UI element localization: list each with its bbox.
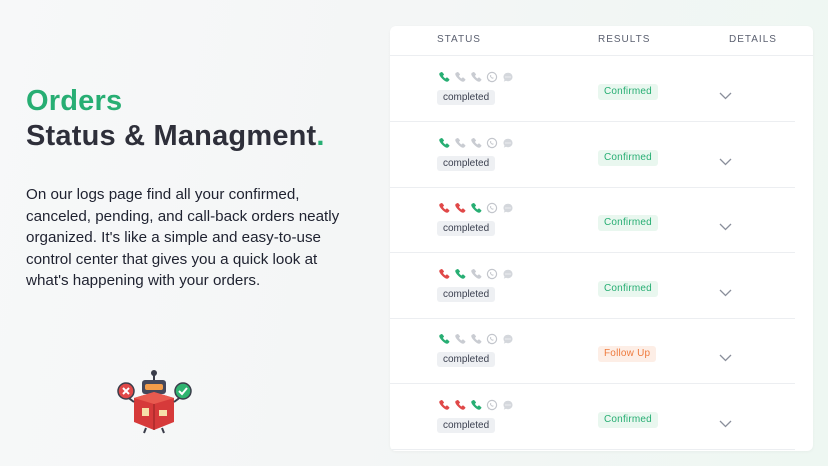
- table-row[interactable]: completed Follow Up: [390, 319, 795, 385]
- chevron-down-icon[interactable]: [719, 87, 732, 100]
- column-header-results: RESULTS: [598, 34, 651, 45]
- status-badge: completed: [437, 418, 496, 433]
- phone-icon: [453, 71, 466, 84]
- table-row[interactable]: completed Confirmed: [390, 57, 795, 122]
- whatsapp-icon: [485, 136, 498, 149]
- sms-icon: [501, 399, 514, 412]
- table-row[interactable]: completed Confirmed: [390, 188, 795, 254]
- hero-title-orders: Orders: [26, 85, 123, 117]
- hero-title-text: Status & Managment: [26, 120, 317, 152]
- call-attempts: [437, 202, 514, 214]
- orders-table: STATUS RESULTS DETAILS completed Confirme…: [390, 26, 813, 451]
- phone-icon: [469, 202, 482, 215]
- result-badge: Confirmed: [598, 215, 658, 232]
- call-attempts: [437, 71, 514, 83]
- hero-title-dot: .: [316, 120, 325, 152]
- phone-icon: [453, 333, 466, 346]
- phone-icon: [437, 267, 450, 280]
- call-attempts: [437, 137, 514, 149]
- table-row[interactable]: completed Confirmed: [390, 254, 795, 319]
- phone-icon: [469, 267, 482, 280]
- phone-icon: [469, 71, 482, 84]
- status-badge: completed: [437, 352, 496, 368]
- chevron-down-icon[interactable]: [719, 284, 732, 297]
- status-badge: completed: [437, 90, 496, 105]
- hero-description: On our logs page find all your confirmed…: [26, 186, 340, 289]
- phone-icon: [469, 136, 482, 149]
- chevron-down-icon[interactable]: [719, 415, 732, 428]
- whatsapp-icon: [485, 71, 498, 84]
- chevron-down-icon[interactable]: [719, 349, 732, 362]
- whatsapp-icon: [485, 267, 498, 280]
- sms-icon: [501, 202, 514, 215]
- call-attempts: [437, 333, 514, 345]
- result-badge: Confirmed: [598, 412, 658, 428]
- result-badge: Confirmed: [598, 149, 658, 166]
- status-badge: completed: [437, 221, 496, 237]
- status-badge: completed: [437, 155, 496, 171]
- sms-icon: [501, 267, 514, 280]
- phone-icon: [453, 399, 466, 412]
- phone-icon: [469, 333, 482, 346]
- table-row[interactable]: completed Confirmed: [390, 123, 795, 188]
- chevron-down-icon[interactable]: [719, 153, 732, 166]
- phone-icon: [437, 202, 450, 215]
- table-row[interactable]: completed Confirmed: [390, 385, 795, 450]
- result-badge: Confirmed: [598, 84, 658, 100]
- robot-illustration: [117, 370, 192, 434]
- phone-icon: [453, 202, 466, 215]
- column-header-details: DETAILS: [729, 34, 777, 45]
- whatsapp-icon: [485, 399, 498, 412]
- sms-icon: [501, 71, 514, 84]
- status-badge: completed: [437, 286, 496, 302]
- chevron-down-icon[interactable]: [719, 218, 732, 231]
- sms-icon: [501, 136, 514, 149]
- table-header: STATUS RESULTS DETAILS: [390, 26, 813, 56]
- phone-icon: [437, 333, 450, 346]
- phone-icon: [453, 136, 466, 149]
- phone-icon: [453, 267, 466, 280]
- phone-icon: [437, 71, 450, 84]
- column-header-status: STATUS: [437, 34, 481, 45]
- call-attempts: [437, 268, 514, 280]
- phone-icon: [469, 399, 482, 412]
- hero-section: Orders Status & Managment. On our logs p…: [26, 84, 366, 292]
- whatsapp-icon: [485, 333, 498, 346]
- result-badge: Follow Up: [598, 346, 657, 363]
- phone-icon: [437, 399, 450, 412]
- phone-icon: [437, 136, 450, 149]
- sms-icon: [501, 333, 514, 346]
- hero-title-status: Status & Managment.: [26, 118, 366, 154]
- result-badge: Confirmed: [598, 280, 658, 297]
- whatsapp-icon: [485, 202, 498, 215]
- call-attempts: [437, 399, 514, 411]
